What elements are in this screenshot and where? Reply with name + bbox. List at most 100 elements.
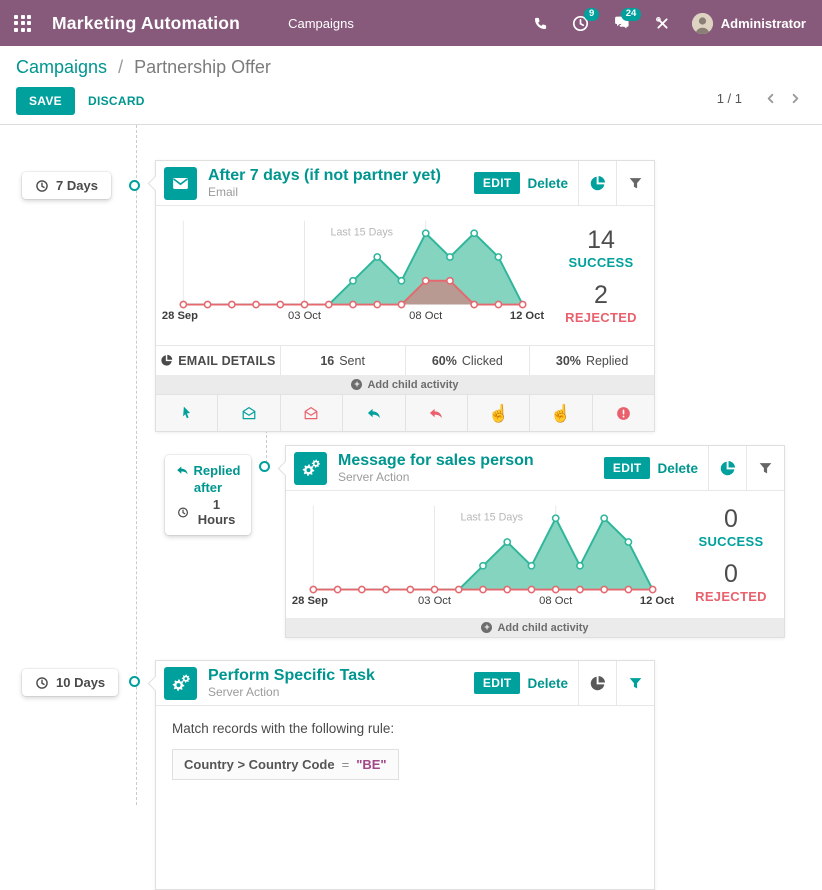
domain-operator: = [342,757,350,772]
trigger-pill-10-days[interactable]: 10 Days [22,669,118,696]
filter-icon [628,176,643,191]
email-clicked-trigger-button[interactable]: ☝ [468,395,530,431]
edit-button[interactable]: EDIT [604,457,651,479]
delete-button[interactable]: Delete [527,676,568,691]
filter-toggle[interactable] [616,161,654,205]
trigger-pill-7-days[interactable]: 7 Days [22,172,111,199]
pie-chart-icon [589,175,606,192]
plus-circle-icon: + [351,379,362,390]
email-bounced-trigger-button[interactable] [593,395,654,431]
mouse-pointer-trigger-button[interactable] [156,395,218,431]
replied-cell[interactable]: 30% Replied [530,346,654,375]
clicked-cell[interactable]: 60% Clicked [406,346,531,375]
email-details-label: EMAIL DETAILS [178,354,275,368]
email-details-cell[interactable]: EMAIL DETAILS [156,346,281,375]
trigger-pill-replied-after-1-hours[interactable]: Replied after 1 Hours [165,455,251,535]
activity-type-label: Server Action [208,686,375,699]
activities-icon[interactable]: 9 [572,15,589,32]
stats-pie-toggle[interactable] [578,161,616,205]
nav-menu-campaigns[interactable]: Campaigns [288,16,354,31]
activity-type-label: Server Action [338,471,534,484]
stats-pie-toggle[interactable] [708,446,746,490]
activity-card-email: After 7 days (if not partner yet) Email … [155,160,655,432]
breadcrumb-campaigns-link[interactable]: Campaigns [16,57,107,77]
area-chart-svg: Last 15 Days28 Sep03 Oct08 Oct12 Oct [288,494,678,621]
reply-icon [176,464,189,477]
plus-circle-icon: + [481,622,492,633]
phone-icon[interactable] [533,16,548,31]
success-label: SUCCESS [699,534,764,549]
svg-text:28 Sep: 28 Sep [162,310,198,322]
activity-chart: Last 15 Days28 Sep03 Oct08 Oct12 Oct [286,491,678,618]
filter-rule-section: Match records with the following rule: C… [156,706,654,795]
activity-type-label: Email [208,186,441,199]
user-avatar[interactable] [692,13,713,34]
workflow-connector-line [136,125,137,805]
apps-menu-icon[interactable] [14,15,31,32]
filter-icon [758,461,773,476]
filter-icon [628,676,643,691]
email-not-clicked-trigger-button[interactable]: ☝ [530,395,592,431]
top-navbar: Marketing Automation Campaigns 9 24 Admi… [0,0,822,46]
clock-icon [177,506,189,519]
domain-value: "BE" [356,757,386,772]
edit-button[interactable]: EDIT [474,672,521,694]
sent-cell[interactable]: 16 Sent [281,346,406,375]
crossed-tools-icon [655,16,670,31]
activity-card-server-action-1: Message for sales person Server Action E… [285,445,785,638]
activity-title[interactable]: After 7 days (if not partner yet) [208,167,441,185]
filter-toggle[interactable] [746,446,784,490]
filter-toggle[interactable] [616,661,654,705]
messages-icon[interactable]: 24 [613,15,631,32]
add-child-activity-button[interactable]: + Add child activity [156,375,654,394]
discard-button[interactable]: DISCARD [80,87,153,115]
trigger-after-text: after [194,480,222,495]
domain-rule-tag[interactable]: Country > Country Code = "BE" [172,749,399,780]
email-opened-trigger-button[interactable] [218,395,280,431]
svg-text:03 Oct: 03 Oct [288,310,322,322]
user-name[interactable]: Administrator [721,16,806,31]
stats-pie-toggle[interactable] [578,661,616,705]
pager-previous-button[interactable] [758,90,783,107]
sent-label: Sent [339,354,365,368]
email-replied-trigger-button[interactable] [343,395,405,431]
server-action-icon [294,452,327,485]
save-button[interactable]: SAVE [16,87,75,115]
activity-title[interactable]: Perform Specific Task [208,667,375,685]
pie-chart-icon [589,675,606,692]
rule-intro-text: Match records with the following rule: [172,721,638,736]
activity-title[interactable]: Message for sales person [338,452,534,470]
delete-button[interactable]: Delete [657,461,698,476]
svg-text:12 Oct: 12 Oct [510,310,545,322]
pie-chart-icon [719,460,736,477]
messages-badge: 24 [621,8,641,21]
breadcrumb: Campaigns / Partnership Offer [16,57,271,78]
domain-field: Country > Country Code [184,757,335,772]
trigger-delay-text: 1 Hours [194,497,239,527]
chevron-left-icon [764,92,777,105]
rejected-label: REJECTED [565,310,637,325]
clicked-label: Clicked [462,354,503,368]
email-not-replied-trigger-button[interactable] [406,395,468,431]
edit-button[interactable]: EDIT [474,172,521,194]
activity-card-server-action-2: Perform Specific Task Server Action EDIT… [155,660,655,890]
area-chart-svg: Last 15 Days28 Sep03 Oct08 Oct12 Oct [158,209,548,336]
workflow-canvas: 7 Days After 7 days (if not partner yet)… [0,125,822,805]
email-not-opened-trigger-button[interactable] [281,395,343,431]
pager-next-button[interactable] [783,90,808,107]
svg-text:Last 15 Days: Last 15 Days [330,226,393,238]
svg-text:03 Oct: 03 Oct [418,595,452,607]
clock-icon [35,179,49,193]
control-panel: Campaigns / Partnership Offer SAVE DISCA… [0,46,822,125]
replied-value: 30% [556,354,581,368]
replied-label: Replied [586,354,628,368]
add-child-activity-label: Add child activity [367,379,458,391]
card-header: Message for sales person Server Action E… [286,446,784,491]
tools-icon[interactable] [655,16,670,31]
delete-button[interactable]: Delete [527,176,568,191]
app-title: Marketing Automation [52,13,240,34]
rejected-count: 2 [594,281,608,310]
activities-badge: 9 [584,8,598,21]
child-trigger-icon-row: ☝☝ [156,394,654,431]
trigger-replied-text: Replied [194,463,241,478]
